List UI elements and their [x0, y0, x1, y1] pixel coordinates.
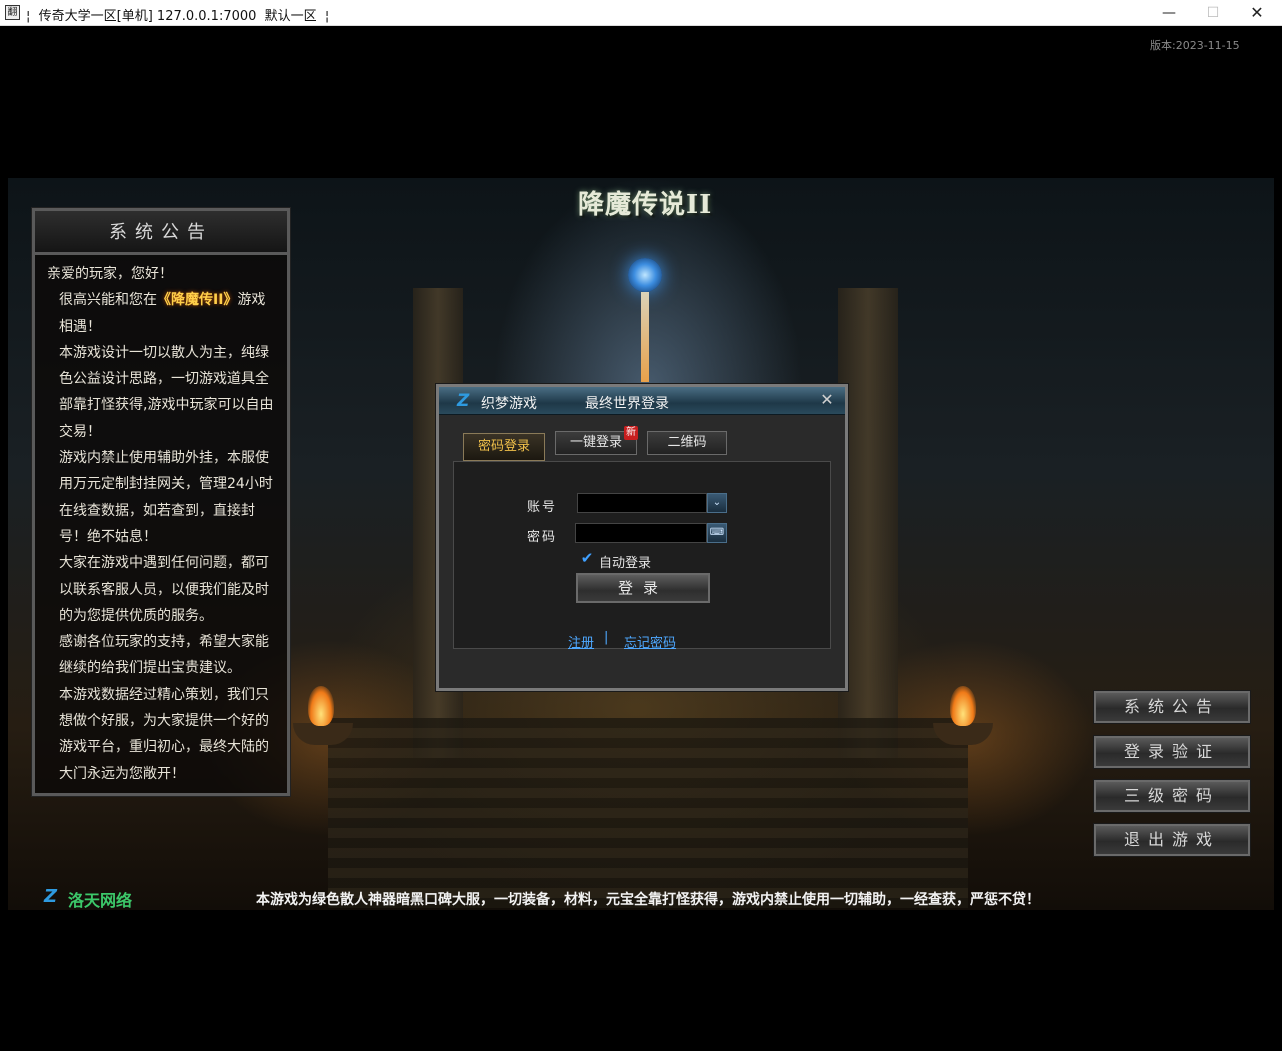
notice-line: 感谢各位玩家的支持，希望大家能继续的给我们提出宝贵建议。 [59, 634, 269, 677]
game-scene: 降魔传说II 系统公告 亲爱的玩家，您好！ 很高兴能和您在《降魔传II》游戏相遇… [8, 178, 1274, 910]
auto-login-checkbox[interactable]: ✔ [579, 550, 595, 566]
auto-login-label: 自动登录 [599, 556, 652, 571]
scene-stairs [328, 718, 968, 908]
maximize-icon[interactable]: ☐ [1190, 0, 1236, 26]
company-name: 洛天网络 [68, 891, 133, 910]
window-titlebar: 翻 ¦ 传奇大学一区[单机] 127.0.0.1:7000 默认一区 ¦ — ☐… [0, 0, 1282, 26]
notice-line: 很高兴能和您在《降魔传II》游戏相遇！ [47, 287, 277, 340]
glowing-orb-icon [628, 258, 662, 292]
server-label: 最终世界登录 [585, 396, 669, 412]
window-title: ¦ 传奇大学一区[单机] 127.0.0.1:7000 默认一区 ¦ [26, 9, 330, 24]
brand-logo-icon: Z [457, 391, 470, 411]
version-label: 版本:2023-11-15 [1150, 39, 1240, 52]
chevron-down-icon[interactable]: ⌄ [707, 493, 727, 513]
sword-icon [641, 292, 649, 382]
keyboard-icon[interactable]: ⌨ [707, 523, 727, 543]
forgot-password-link[interactable]: 忘记密码 [624, 632, 676, 651]
third-level-password-button[interactable]: 三级密码 [1093, 779, 1251, 813]
flame-left-icon [308, 686, 334, 726]
register-link[interactable]: 注册 [568, 632, 594, 651]
notice-text: 很高兴能和您在 [59, 292, 157, 309]
account-label: 账号 [527, 500, 558, 515]
close-window-icon[interactable]: ✕ [1234, 0, 1280, 26]
footer-notice: 本游戏为绿色散人神器暗黑口碑大服，一切装备，材料，元宝全靠打怪获得，游戏内禁止使… [256, 892, 1040, 908]
minimize-icon[interactable]: — [1146, 0, 1192, 26]
app-icon: 翻 [5, 5, 20, 20]
tab-password-login[interactable]: 密码登录 [463, 433, 545, 461]
notice-line: 亲爱的玩家，您好！ [47, 266, 173, 282]
account-input[interactable] [577, 493, 707, 513]
brand-label: 织梦游戏 [481, 396, 537, 412]
close-icon[interactable]: ✕ [817, 390, 837, 410]
login-form: 账号 ⌄ 密码 ⌨ ✔ 自动登录 登录 注册 | 忘记密码 [453, 461, 831, 651]
password-input[interactable] [575, 523, 707, 543]
company-logo-icon: Z [44, 886, 58, 907]
notice-header: 系统公告 [35, 211, 287, 255]
system-notice-panel: 系统公告 亲爱的玩家，您好！ 很高兴能和您在《降魔传II》游戏相遇！ 本游戏设计… [31, 207, 291, 797]
tab-qr-code[interactable]: 二维码 [647, 431, 727, 455]
login-dialog: Z 织梦游戏 最终世界登录 ✕ 密码登录 一键登录 新 二维码 账号 ⌄ 密码 … [435, 383, 849, 692]
flame-right-icon [950, 686, 976, 726]
notice-game-name: 《降魔传II》 [157, 292, 238, 309]
notice-line: 本游戏数据经过精心策划，我们只想做个好服，为大家提供一个好的游戏平台，重归初心，… [59, 686, 269, 782]
notice-body: 亲爱的玩家，您好！ 很高兴能和您在《降魔传II》游戏相遇！ 本游戏设计一切以散人… [47, 261, 277, 787]
link-separator: | [604, 630, 609, 645]
notice-line: 游戏内禁止使用辅助外挂，本服使用万元定制封挂网关，管理24小时在线查数据，如若查… [59, 450, 273, 545]
login-button[interactable]: 登录 [576, 573, 710, 603]
new-badge: 新 [624, 426, 638, 440]
login-verify-button[interactable]: 登录验证 [1093, 735, 1251, 769]
password-label: 密码 [527, 530, 558, 545]
notice-line: 大家在游戏中遇到任何问题，都可以联系客服人员，以便我们能及时的为您提供优质的服务… [59, 555, 269, 624]
exit-game-button[interactable]: 退出游戏 [1093, 823, 1251, 857]
system-notice-button[interactable]: 系统公告 [1093, 690, 1251, 724]
notice-line: 本游戏设计一切以散人为主，纯绿色公益设计思路，一切游戏道具全部靠打怪获得,游戏中… [59, 344, 274, 440]
login-dialog-header: Z 织梦游戏 最终世界登录 ✕ [439, 387, 845, 415]
game-title-logo: 降魔传说II [578, 190, 713, 220]
